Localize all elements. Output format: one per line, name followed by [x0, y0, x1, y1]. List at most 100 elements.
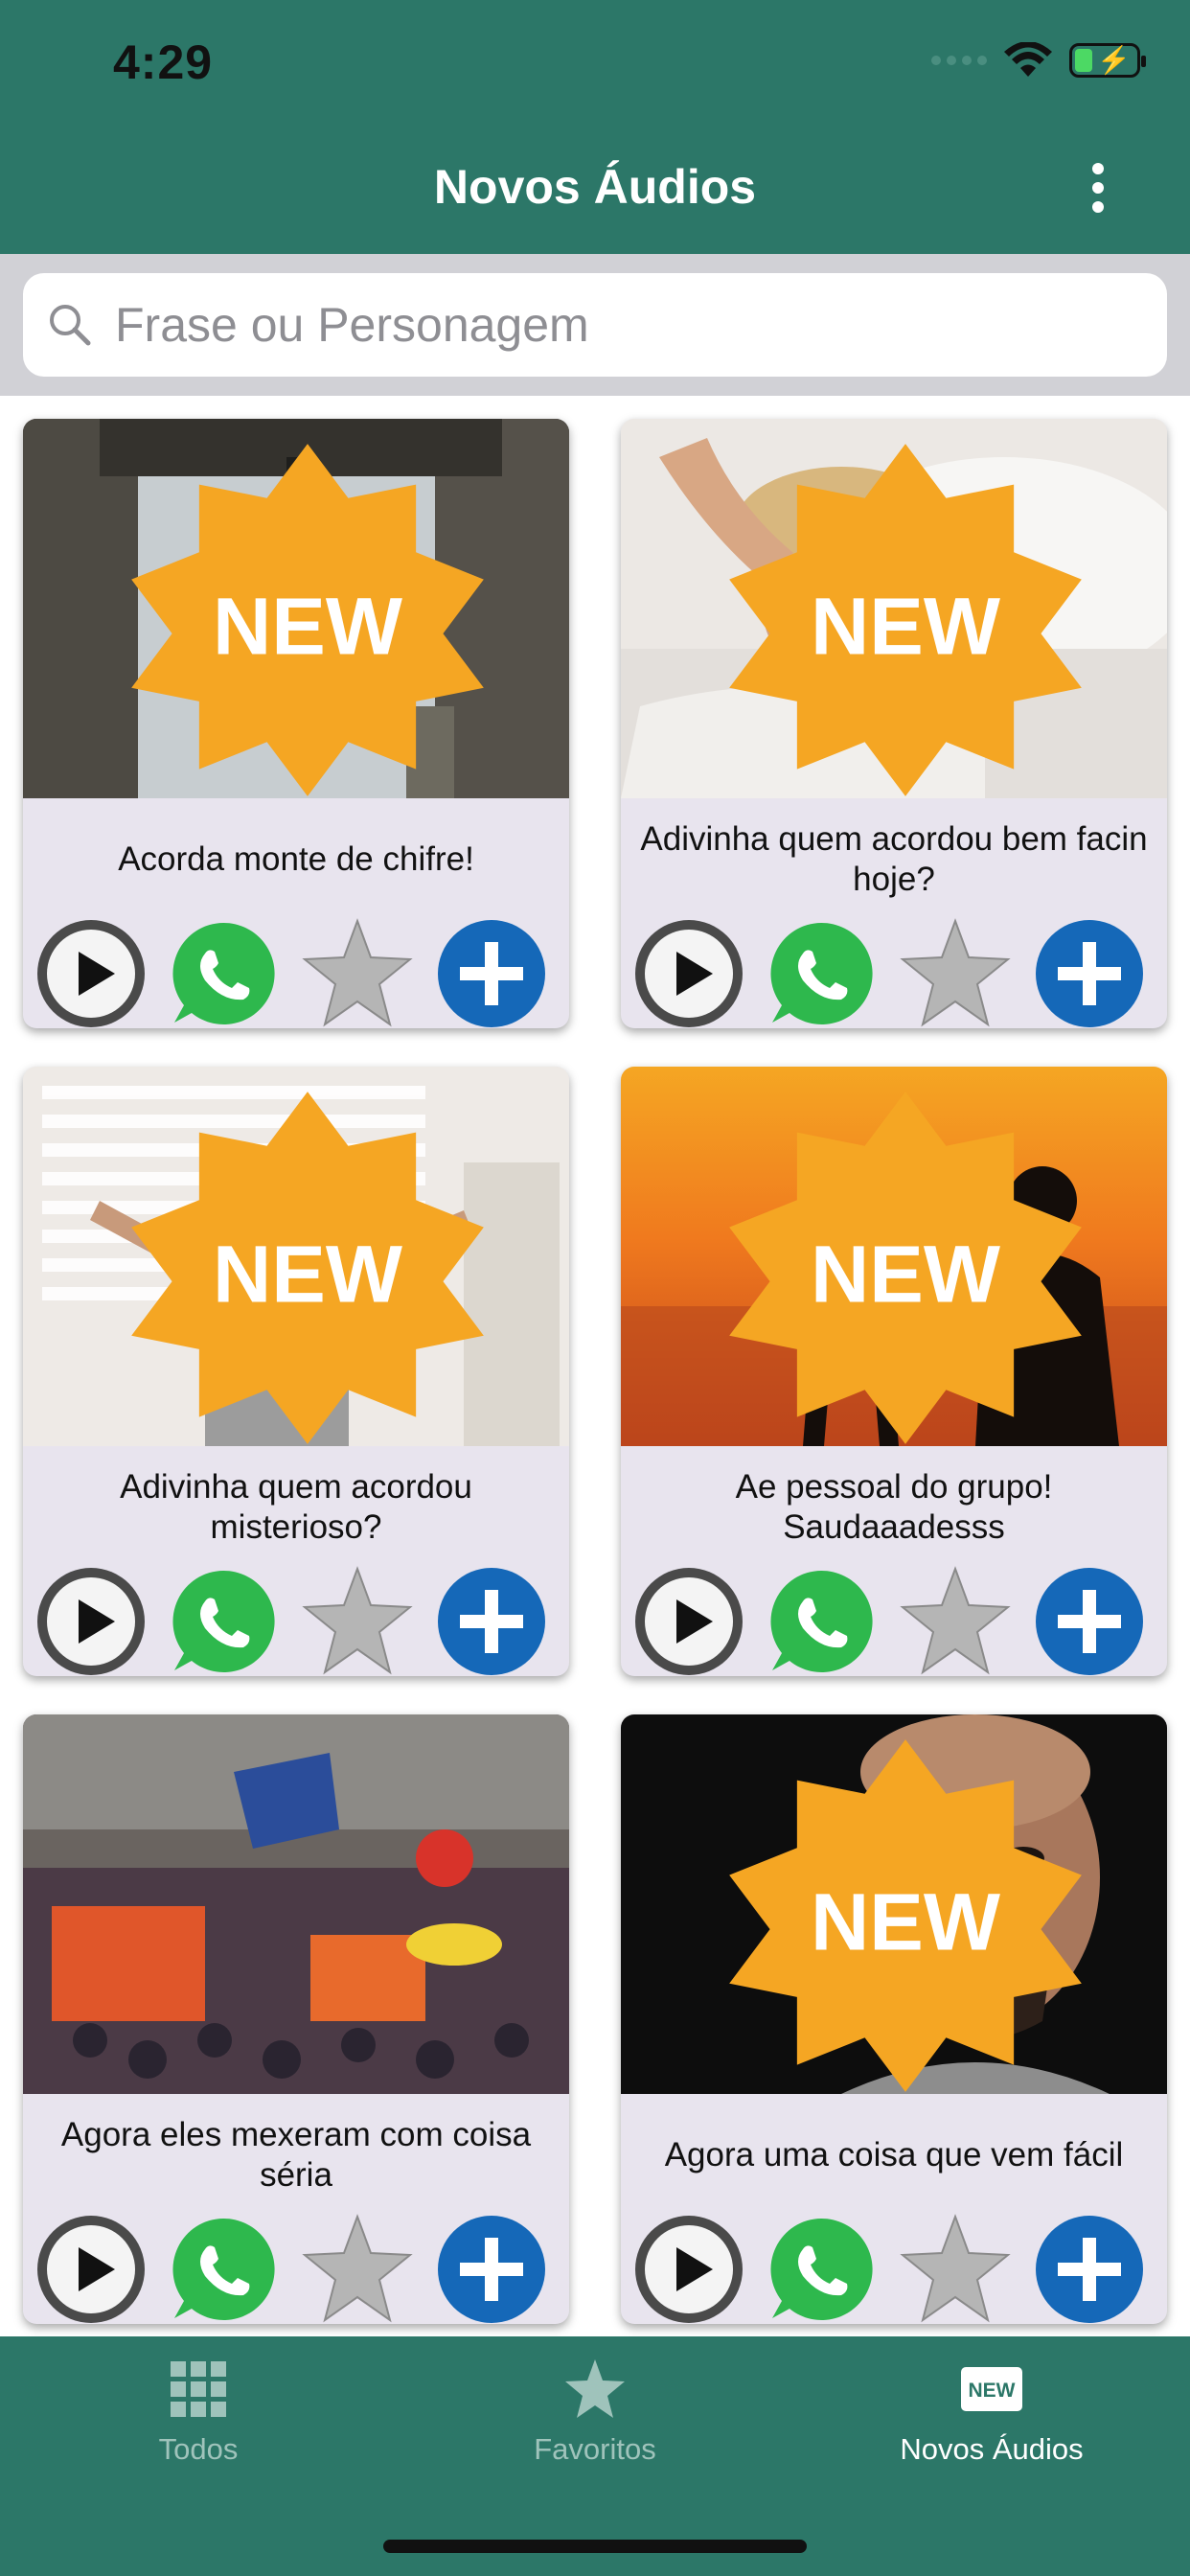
new-badge-icon: NEW	[729, 1739, 1082, 2092]
svg-text:NEW: NEW	[969, 2380, 1016, 2402]
search-input[interactable]	[115, 297, 1150, 353]
audio-title: Acorda monte de chifre!	[118, 840, 474, 878]
audio-title: Adivinha quem acordou misterioso?	[120, 1468, 472, 1546]
add-button[interactable]	[435, 917, 548, 1028]
audio-card: NEW Acorda monte de chifre!	[23, 419, 569, 1028]
star-icon	[900, 1566, 1011, 1675]
play-button[interactable]	[632, 1565, 745, 1676]
star-icon	[302, 918, 413, 1027]
card-actions	[621, 917, 1167, 1028]
star-icon	[900, 2214, 1011, 2323]
audio-grid: NEW Acorda monte de chifre! NEW Adivinha…	[0, 396, 1190, 2336]
audio-card: NEW Ae pessoal do grupo! Saudaaadesss	[621, 1067, 1167, 1676]
favorite-button[interactable]	[301, 1565, 414, 1676]
search-icon	[50, 305, 91, 346]
tab-label: Todos	[158, 2432, 239, 2466]
svg-text:NEW: NEW	[811, 580, 1000, 671]
sunset-silhouette-photo[interactable]: NEW	[621, 1067, 1167, 1446]
whatsapp-share-button[interactable]	[167, 917, 280, 1028]
audio-card: NEW Agora uma coisa que vem fácil	[621, 1714, 1167, 2324]
add-button[interactable]	[435, 1565, 548, 1676]
tab-todos[interactable]: Todos	[55, 2358, 342, 2501]
whatsapp-share-button[interactable]	[167, 1565, 280, 1676]
add-button[interactable]	[1033, 1565, 1146, 1676]
favorite-button[interactable]	[301, 917, 414, 1028]
new-badge-icon: NEW	[729, 1092, 1082, 1444]
add-button[interactable]	[435, 2213, 548, 2324]
play-icon	[37, 2216, 145, 2323]
play-button[interactable]	[632, 917, 745, 1028]
search-field[interactable]	[23, 273, 1167, 377]
woman-waking-photo[interactable]: NEW	[621, 419, 1167, 798]
whatsapp-share-button[interactable]	[167, 2213, 280, 2324]
plus-icon	[438, 1568, 545, 1675]
plus-icon	[438, 2216, 545, 2323]
grid-icon	[171, 2361, 226, 2417]
tab-label: Favoritos	[534, 2432, 656, 2466]
status-time: 4:29	[113, 35, 214, 89]
card-actions	[23, 2213, 569, 2324]
tab-label: Novos Áudios	[900, 2432, 1084, 2466]
home-indicator[interactable]	[383, 2540, 807, 2553]
star-icon	[565, 2359, 625, 2418]
play-button[interactable]	[34, 1565, 148, 1676]
favorite-button[interactable]	[899, 1565, 1012, 1676]
play-icon	[635, 1568, 743, 1675]
svg-text:NEW: NEW	[811, 1875, 1000, 1966]
new-badge-icon: NEW	[131, 1092, 484, 1444]
svg-text:NEW: NEW	[213, 1228, 402, 1319]
search-bar	[0, 254, 1190, 396]
star-icon	[900, 918, 1011, 1027]
whatsapp-icon	[172, 922, 275, 1024]
whatsapp-icon	[172, 2218, 275, 2320]
whatsapp-share-button[interactable]	[765, 2213, 878, 2324]
whatsapp-icon	[770, 2218, 873, 2320]
play-icon	[635, 920, 743, 1027]
whatsapp-icon	[172, 1570, 275, 1672]
navigation-header: 4:29 ⚡ Novos Áudios	[0, 0, 1190, 254]
favorite-button[interactable]	[899, 2213, 1012, 2324]
page-title: Novos Áudios	[433, 160, 757, 214]
crowd-protest-photo[interactable]	[23, 1714, 569, 2094]
plus-icon	[1036, 2216, 1143, 2323]
angry-man-photo[interactable]: NEW	[621, 1714, 1167, 2094]
card-actions	[23, 1565, 569, 1676]
favorite-button[interactable]	[899, 917, 1012, 1028]
audio-card: Agora eles mexeram com coisa séria	[23, 1714, 569, 2324]
star-icon	[302, 1566, 413, 1675]
more-vertical-icon[interactable]	[1087, 163, 1110, 213]
audio-title: Agora uma coisa que vem fácil	[664, 2136, 1124, 2174]
new-badge-icon: NEW	[729, 444, 1082, 796]
svg-text:NEW: NEW	[811, 1228, 1000, 1319]
audio-title: Ae pessoal do grupo! Saudaaadesss	[735, 1468, 1053, 1546]
tab-novos-audios[interactable]: NEW Novos Áudios	[848, 2358, 1135, 2501]
play-icon	[37, 1568, 145, 1675]
plus-icon	[438, 920, 545, 1027]
add-button[interactable]	[1033, 2213, 1146, 2324]
favorite-button[interactable]	[301, 2213, 414, 2324]
whatsapp-share-button[interactable]	[765, 1565, 878, 1676]
audio-card: NEW Adivinha quem acordou bem facin hoje…	[621, 419, 1167, 1028]
play-icon	[635, 2216, 743, 2323]
card-actions	[621, 2213, 1167, 2324]
man-stretching-photo[interactable]: NEW	[23, 1067, 569, 1446]
new-badge-icon: NEW	[961, 2367, 1022, 2411]
battery-icon: ⚡	[1069, 43, 1146, 78]
svg-text:NEW: NEW	[213, 580, 402, 671]
status-indicators: ⚡	[931, 42, 1146, 79]
play-button[interactable]	[34, 2213, 148, 2324]
church-bell-photo[interactable]: NEW	[23, 419, 569, 798]
card-actions	[23, 917, 569, 1028]
star-icon	[302, 2214, 413, 2323]
new-badge-icon: NEW	[131, 444, 484, 796]
audio-card: NEW Adivinha quem acordou misterioso?	[23, 1067, 569, 1676]
play-button[interactable]	[34, 917, 148, 1028]
whatsapp-icon	[770, 1570, 873, 1672]
tab-favoritos[interactable]: Favoritos	[451, 2358, 739, 2501]
wifi-icon	[1004, 42, 1052, 77]
whatsapp-share-button[interactable]	[765, 917, 878, 1028]
add-button[interactable]	[1033, 917, 1146, 1028]
plus-icon	[1036, 1568, 1143, 1675]
plus-icon	[1036, 920, 1143, 1027]
play-button[interactable]	[632, 2213, 745, 2324]
